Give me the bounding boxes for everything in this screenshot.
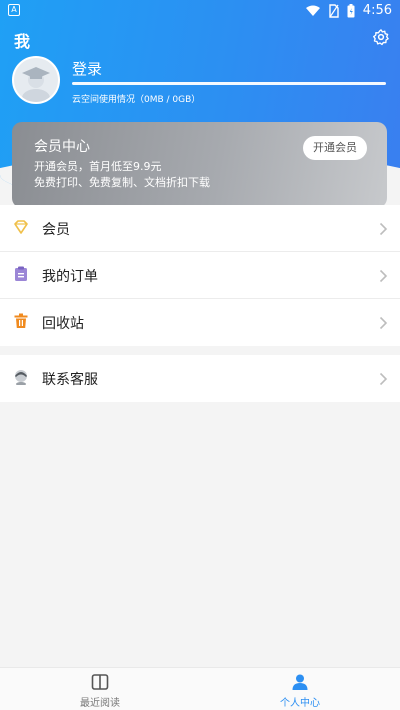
tab-personal-center[interactable]: 个人中心 bbox=[200, 668, 400, 710]
storage-usage-text: 云空间使用情况（0MB / 0GB） bbox=[72, 95, 201, 105]
menu-group-support: 联系客服 bbox=[0, 355, 400, 402]
menu-item-recycle-bin[interactable]: 回收站 bbox=[0, 299, 400, 346]
vip-card-title: 会员中心 bbox=[34, 139, 90, 155]
clock-time: 4:56 bbox=[362, 3, 392, 18]
gear-icon[interactable] bbox=[372, 28, 390, 46]
menu-item-label: 回收站 bbox=[42, 316, 84, 332]
menu-item-customer-service[interactable]: 联系客服 bbox=[0, 355, 400, 402]
storage-progress-bar bbox=[72, 82, 386, 85]
menu-item-orders[interactable]: 我的订单 bbox=[0, 252, 400, 299]
avatar[interactable] bbox=[12, 56, 60, 104]
chevron-right-icon bbox=[379, 222, 388, 236]
trash-icon bbox=[14, 313, 28, 328]
vip-promo-line2: 免费打印、免费复制、文档折扣下载 bbox=[34, 176, 210, 189]
page-title: 我 bbox=[14, 32, 31, 51]
notification-app-icon: A bbox=[8, 4, 20, 16]
login-link[interactable]: 登录 bbox=[72, 58, 102, 79]
status-icons: 4:56 bbox=[305, 3, 392, 18]
open-vip-button[interactable]: 开通会员 bbox=[303, 136, 367, 160]
menu-item-label: 联系客服 bbox=[42, 372, 98, 388]
status-bar: A 4:56 bbox=[0, 0, 400, 22]
chevron-right-icon bbox=[379, 372, 388, 386]
graduate-avatar-icon bbox=[14, 58, 58, 102]
chevron-right-icon bbox=[379, 316, 388, 330]
menu-item-label: 会员 bbox=[42, 222, 70, 238]
person-icon bbox=[292, 674, 308, 690]
tab-label: 最近阅读 bbox=[80, 698, 120, 709]
menu-item-vip[interactable]: 会员 bbox=[0, 205, 400, 252]
tab-recent-reading[interactable]: 最近阅读 bbox=[0, 668, 200, 710]
menu-group-primary: 会员 我的订单 回收站 bbox=[0, 205, 400, 346]
menu-item-label: 我的订单 bbox=[42, 269, 98, 285]
bottom-tab-bar: 最近阅读 个人中心 bbox=[0, 667, 400, 710]
book-icon bbox=[91, 674, 109, 690]
tab-label: 个人中心 bbox=[280, 698, 320, 709]
chevron-right-icon bbox=[379, 269, 388, 283]
vip-promo-line1: 开通会员，首月低至9.9元 bbox=[34, 160, 162, 173]
clipboard-icon bbox=[15, 266, 27, 281]
customer-service-icon bbox=[15, 370, 27, 385]
vip-card[interactable]: 会员中心 开通会员，首月低至9.9元 免费打印、免费复制、文档折扣下载 开通会员 bbox=[12, 122, 387, 208]
sim-icon bbox=[329, 3, 339, 18]
diamond-icon bbox=[14, 220, 28, 234]
title-bar: 我 bbox=[0, 26, 400, 52]
wifi-icon bbox=[305, 5, 320, 16]
battery-icon bbox=[347, 3, 355, 17]
